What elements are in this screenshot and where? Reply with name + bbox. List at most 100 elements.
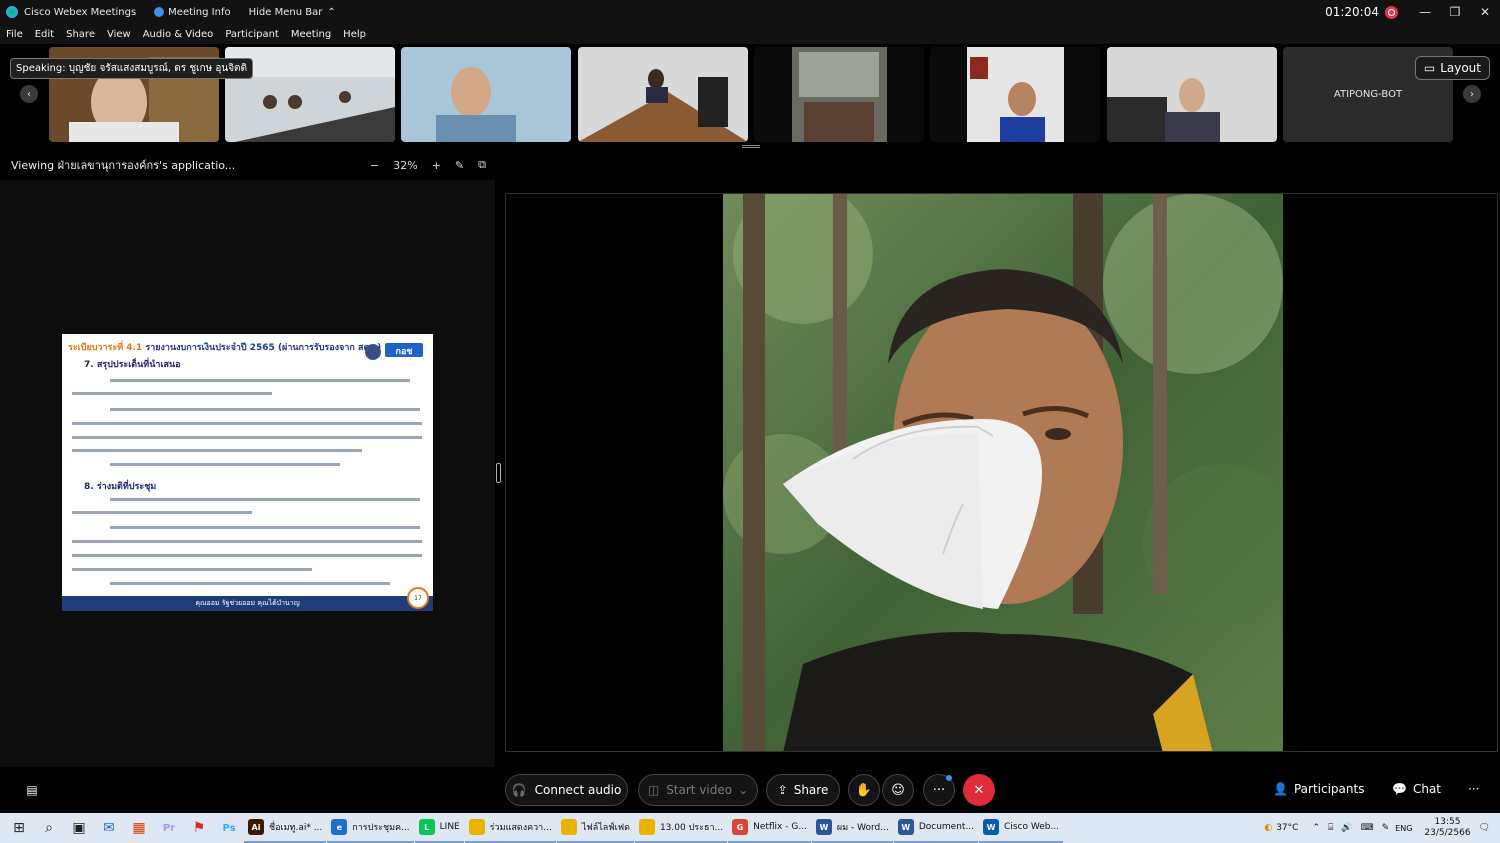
taskbar-app-button[interactable]: G Netflix - G... (728, 813, 811, 843)
network-icon[interactable]: ⌸ (1328, 823, 1333, 833)
more-options-label: ··· (932, 782, 946, 798)
start-video-button[interactable]: ◫ Start video ⌄ (638, 774, 758, 806)
slide-text-line (72, 511, 252, 514)
slide-page-number: 17 (407, 587, 429, 609)
meeting-info-label: Meeting Info (168, 6, 231, 18)
clock[interactable]: 13:55 23/5/2566 (1424, 817, 1470, 839)
participant-thumbnail[interactable] (754, 47, 924, 142)
taskbar-app-button[interactable]: e การประชุมค... (327, 813, 414, 843)
chevron-up-icon[interactable]: ⌃ (1312, 823, 1320, 833)
app-label: ชื่อเมทู.ai* ... (269, 823, 323, 833)
office-icon[interactable]: ▦ (124, 813, 154, 843)
restore-icon[interactable]: ❐ (1440, 0, 1470, 24)
taskbar-app-button[interactable]: Ai ชื่อเมทู.ai* ... (244, 813, 327, 843)
agenda-title: รายงานงบการเงินประจำปี 2565 (ผ่านการรับร… (145, 343, 382, 353)
pen-icon[interactable]: ✎ (1382, 823, 1390, 833)
slide-footer: คุณออม รัฐช่วยออม คุณได้บำนาญ (62, 596, 433, 611)
share-icon: ⇪ (777, 783, 788, 797)
chevron-down-icon[interactable]: ⌄ (738, 783, 748, 797)
participant-video (930, 47, 1100, 142)
slide-text-line (72, 392, 272, 395)
app-icon (638, 819, 655, 835)
slide-text-line (110, 379, 410, 382)
app-label: ร่วมแสดงควา... (489, 823, 552, 833)
acrobat-icon[interactable]: ⚑ (184, 813, 214, 843)
participant-thumbnail[interactable] (578, 47, 748, 142)
participant-thumbnail[interactable] (401, 47, 571, 142)
temperature[interactable]: 37°C (1276, 823, 1298, 833)
task-view-icon[interactable]: ▣ (64, 813, 94, 843)
menu-meeting[interactable]: Meeting (291, 29, 331, 40)
participants-label: Participants (1293, 782, 1365, 796)
menu-participant[interactable]: Participant (225, 29, 279, 40)
taskbar-app-button[interactable]: ไฟล์ไลฟ์เฟด (556, 813, 634, 843)
clock-date: 23/5/2566 (1424, 828, 1471, 838)
popout-icon[interactable]: ⧉ (478, 158, 486, 172)
raise-hand-icon[interactable]: ✋ (848, 774, 880, 806)
reactions-icon[interactable]: ☺ (882, 774, 914, 806)
captions-icon[interactable]: ▤ (16, 774, 48, 806)
participant-thumbnail[interactable] (930, 47, 1100, 142)
slide-section-7: 7. สรุปประเด็นที่นำเสนอ (84, 360, 181, 370)
participants-button[interactable]: 👤 Participants (1273, 782, 1364, 796)
recording-icon[interactable] (1385, 5, 1398, 19)
gpf-logo: กอช (365, 343, 423, 360)
prev-arrow-icon[interactable]: ‹ (20, 85, 38, 103)
taskbar-app-button[interactable]: W Document... (893, 813, 979, 843)
app-label: ผม - Word... (836, 823, 889, 833)
taskbar-app-button[interactable]: 13.00 ประธา... (634, 813, 728, 843)
minimize-icon[interactable]: — (1410, 0, 1440, 24)
connect-audio-button[interactable]: 🎧 Connect audio (505, 774, 628, 806)
speaking-indicator: Speaking: บุญชัย จรัสแสงสมบูรณ์, ดร ชูเก… (10, 58, 254, 79)
app-icon: W (983, 819, 1000, 835)
menu-edit[interactable]: Edit (35, 29, 54, 40)
premiere-icon[interactable]: Pr (154, 813, 184, 843)
zoom-in-button[interactable]: + (432, 159, 441, 172)
taskbar-app-button[interactable]: L LINE (414, 813, 464, 843)
slide-text-line (110, 582, 390, 585)
participant-video (401, 47, 571, 142)
app-label: การประชุมค... (352, 823, 410, 833)
leave-meeting-button[interactable]: ✕ (963, 774, 995, 806)
overflow-menu-icon[interactable]: ··· (1468, 782, 1479, 796)
language-indicator[interactable]: ENG (1395, 824, 1412, 833)
panel-resize-handle[interactable] (496, 463, 501, 483)
strip-resize-handle[interactable] (742, 145, 760, 148)
meeting-info-button[interactable]: Meeting Info (154, 6, 231, 18)
taskbar-app-button[interactable]: W Cisco Web... (979, 813, 1064, 843)
menu-help[interactable]: Help (343, 29, 366, 40)
zoom-out-button[interactable]: − (370, 159, 379, 172)
chat-icon: 💬 (1392, 782, 1407, 796)
layout-button[interactable]: ▭ Layout (1414, 56, 1490, 80)
app-icon: L (418, 819, 435, 835)
next-arrow-icon[interactable]: › (1463, 85, 1481, 103)
hide-menu-bar-button[interactable]: Hide Menu Bar ⌃ (249, 7, 336, 18)
slide-text-line (72, 422, 422, 425)
chat-button[interactable]: 💬 Chat (1392, 782, 1441, 796)
taskbar-apps: Ai ชื่อเมทู.ai* ... e การประชุมค... L LINE ร่ว… (244, 813, 1064, 843)
clock-time: 13:55 (1434, 817, 1461, 827)
share-button[interactable]: ⇪ Share (766, 774, 840, 806)
taskbar-app-button[interactable]: W ผม - Word... (811, 813, 893, 843)
participant-thumbnail[interactable] (1107, 47, 1277, 142)
menu-view[interactable]: View (107, 29, 131, 40)
mail-icon[interactable]: ✉ (94, 813, 124, 843)
app-icon (560, 819, 577, 835)
close-icon: ✕ (973, 782, 985, 798)
annotate-icon[interactable]: ✎ (455, 159, 464, 172)
keyboard-icon[interactable]: ⌨ (1361, 823, 1374, 833)
menu-file[interactable]: File (6, 29, 23, 40)
volume-icon[interactable]: 🔊 (1341, 823, 1352, 833)
close-icon[interactable]: ✕ (1470, 0, 1500, 24)
info-icon (154, 7, 165, 17)
taskbar-app-button[interactable]: ร่วมแสดงควา... (464, 813, 556, 843)
windows-start-icon[interactable]: ⊞ (4, 813, 34, 843)
menu-share[interactable]: Share (66, 29, 95, 40)
app-icon: W (815, 819, 832, 835)
notifications-icon[interactable]: 🗨 (1479, 823, 1490, 833)
zoom-level[interactable]: 32% (393, 159, 417, 172)
app-icon: Ai (248, 819, 264, 835)
photoshop-icon[interactable]: Ps (214, 813, 244, 843)
search-icon[interactable]: ⌕ (34, 813, 64, 843)
menu-audio-video[interactable]: Audio & Video (143, 29, 214, 40)
